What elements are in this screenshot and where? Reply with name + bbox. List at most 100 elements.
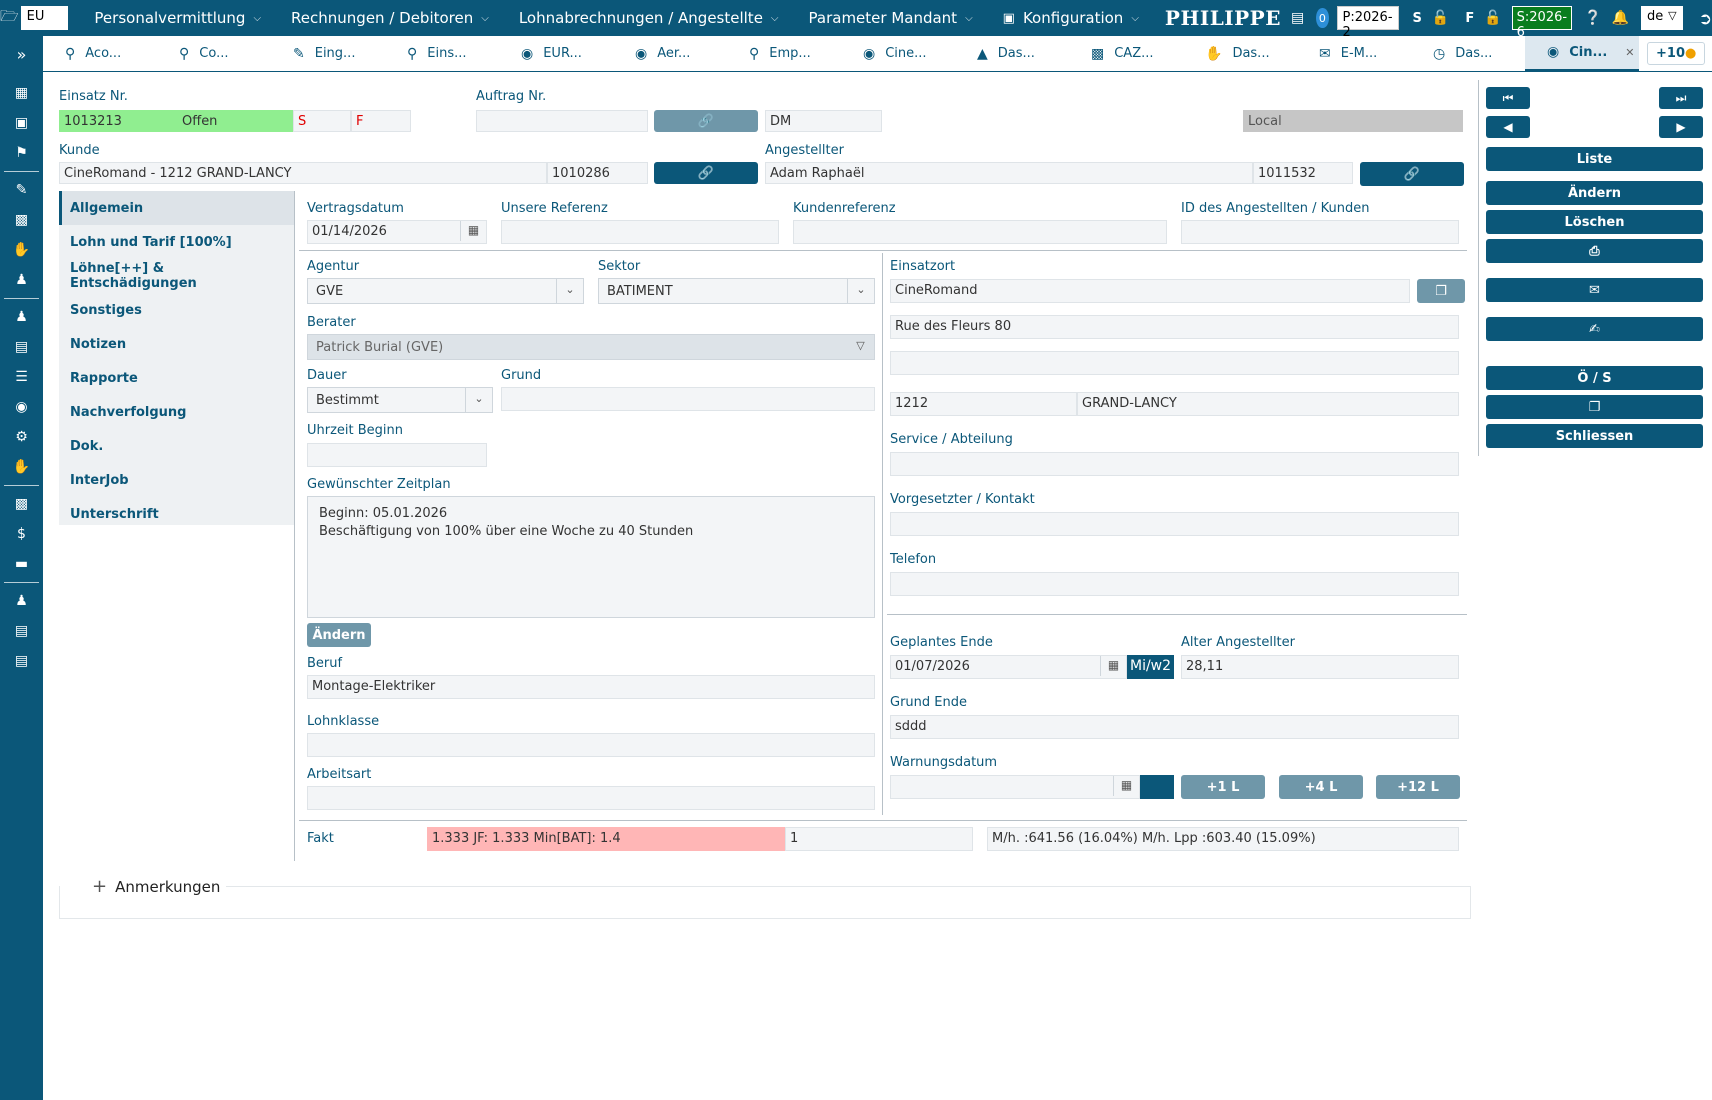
file-invoice-icon[interactable]: ▤ [0, 616, 43, 646]
dm-field[interactable]: DM [765, 110, 882, 132]
service-field[interactable] [890, 452, 1459, 476]
calendar-grid-icon[interactable]: ▦ [0, 78, 43, 108]
first-record-button[interactable]: ⏮ [1486, 87, 1530, 109]
user-settings-icon[interactable]: ⚙ [0, 422, 43, 452]
calendar-icon[interactable]: ▦ [460, 221, 486, 241]
close-icon[interactable]: ✕ [1625, 46, 1634, 59]
menu-parameter-mandant[interactable]: Parameter Mandant ⌵ [809, 9, 973, 27]
fakt-margin-field[interactable]: M/h. :641.56 (16.04%) M/h. Lpp :603.40 (… [987, 827, 1459, 851]
loeschen-button[interactable]: Löschen [1486, 210, 1703, 234]
signature-button[interactable]: ✍ [1486, 317, 1703, 341]
clipboard-icon[interactable]: ▤ [0, 332, 43, 362]
next-record-button[interactable]: ▶ [1659, 116, 1703, 138]
tab-3[interactable]: ⚲ Eins... [385, 36, 499, 72]
vorgesetzter-field[interactable] [890, 512, 1459, 536]
uhrzeit-field[interactable] [307, 443, 487, 467]
expand-icon[interactable]: » [0, 36, 43, 72]
wallet-icon[interactable]: ▬ [0, 549, 43, 579]
aendern-button[interactable]: Ändern [1486, 181, 1703, 205]
zeitplan-textarea[interactable]: Beginn: 05.01.2026 Beschäftigung von 100… [307, 496, 875, 618]
strasse-field[interactable]: Rue des Fleurs 80 [890, 315, 1459, 339]
kunde-field[interactable]: CineRomand - 1212 GRAND-LANCY [59, 162, 547, 184]
nav-item-8[interactable]: InterJob [59, 463, 295, 497]
auftrag-link-button[interactable]: 🔗 [654, 110, 758, 132]
arbeitsart-field[interactable] [307, 786, 875, 810]
folder-icon[interactable]: 🗁 [0, 6, 19, 31]
nav-item-7[interactable]: Dok. [59, 429, 295, 463]
plus-1-l-button[interactable]: +1 L [1181, 775, 1265, 799]
copy-button[interactable]: ❐ [1486, 395, 1703, 419]
email-button[interactable]: ✉ [1486, 278, 1703, 302]
last-record-button[interactable]: ⏭ [1659, 87, 1703, 109]
user-icon[interactable]: ♟ [0, 302, 43, 332]
liste-button[interactable]: Liste [1486, 147, 1703, 171]
notification-count-badge[interactable]: 0 [1316, 8, 1329, 28]
user-clock-icon[interactable]: ♟ [0, 586, 43, 616]
tab-10[interactable]: ✋ Das... [1183, 36, 1297, 72]
id-card-icon[interactable]: ▩ [0, 205, 43, 235]
warnungsdatum-field[interactable]: ▦ [890, 775, 1140, 799]
dollar-icon[interactable]: $ [0, 519, 43, 549]
local-field[interactable]: Local [1243, 110, 1463, 132]
flag-icon[interactable]: ⚑ [0, 138, 43, 168]
print-button[interactable]: ⎙ [1486, 239, 1703, 263]
fakt-value-field[interactable]: 1.333 JF: 1.333 Min[BAT]: 1.4 [427, 827, 785, 851]
vehicle-icon[interactable]: ▤ [1291, 10, 1304, 26]
fakt-qty-field[interactable]: 1 [785, 827, 973, 851]
kunde-number-field[interactable]: 1010286 [547, 162, 648, 184]
previous-record-button[interactable]: ◀ [1486, 116, 1530, 138]
kundenreferenz-field[interactable] [793, 220, 1167, 244]
dauer-select[interactable]: Bestimmt ⌄ [307, 387, 493, 413]
flag-s-field[interactable]: S [293, 110, 351, 132]
tab-2[interactable]: ✎ Eing... [271, 36, 385, 72]
kunde-link-button[interactable]: 🔗 [654, 162, 758, 184]
tab-5[interactable]: ◉ Aer... [613, 36, 727, 72]
zeitplan-aendern-button[interactable]: Ändern [307, 623, 371, 647]
einsatz-number-field[interactable]: 1013213 [59, 110, 177, 132]
angestellter-link-button[interactable]: 🔗 [1360, 162, 1464, 186]
anmerkungen-toggle[interactable]: + Anmerkungen [86, 876, 227, 897]
nav-item-4[interactable]: Notizen [59, 327, 295, 361]
bell-icon[interactable]: 🔔 [1612, 10, 1629, 26]
hand-money-icon[interactable]: ✋ [0, 235, 43, 265]
language-select[interactable]: de ▽ [1640, 6, 1683, 30]
plus-12-l-button[interactable]: +12 L [1376, 775, 1460, 799]
logout-icon[interactable]: ➲ [1699, 9, 1712, 28]
tab-9[interactable]: ▩ CAZ... [1069, 36, 1183, 72]
sektor-select[interactable]: BATIMENT ⌄ [598, 278, 875, 304]
plus-4-l-button[interactable]: +4 L [1279, 775, 1363, 799]
calendar-icon[interactable]: ▦ [1100, 656, 1126, 676]
id-card-icon[interactable]: ▩ [0, 489, 43, 519]
vertragsdatum-field[interactable]: 01/14/2026 ▦ [307, 220, 487, 244]
menu-personalvermittlung[interactable]: Personalvermittlung ⌵ [94, 9, 261, 27]
plz-field[interactable]: 1212 [890, 392, 1077, 416]
copy-address-button[interactable]: ❐ [1417, 279, 1465, 303]
period-s-field[interactable]: S:2026-6 [1511, 6, 1573, 40]
ort-field[interactable]: GRAND-LANCY [1077, 392, 1459, 416]
more-tabs-button[interactable]: +10● [1647, 42, 1706, 65]
nav-item-5[interactable]: Rapporte [59, 361, 295, 395]
nav-item-1[interactable]: Lohn und Tarif [100%] [59, 225, 295, 259]
mandant-input[interactable]: EU [20, 6, 69, 30]
angestellter-number-field[interactable]: 1011532 [1253, 162, 1353, 184]
auftrag-number-field[interactable] [476, 110, 648, 132]
hand-box-icon[interactable]: ✋ [0, 452, 43, 482]
cash-register-icon[interactable]: ▤ [0, 646, 43, 676]
einsatzort-field[interactable]: CineRomand [890, 279, 1410, 303]
sliders-icon[interactable]: ☰ [0, 362, 43, 392]
unlock-icon[interactable]: 🔓 [1484, 10, 1501, 26]
adresszusatz-field[interactable] [890, 351, 1459, 375]
nav-item-2[interactable]: Löhne[++] & Entschädigungen [59, 259, 295, 293]
alter-field[interactable]: 28,11 [1181, 655, 1459, 679]
tab-12[interactable]: ◷ Das... [1411, 36, 1525, 72]
menu-lohnabrechnungen[interactable]: Lohnabrechnungen / Angestellte ⌵ [519, 9, 779, 27]
grund-field[interactable] [501, 387, 875, 411]
lohnklasse-field[interactable] [307, 733, 875, 757]
binoculars-icon[interactable]: ◉ [0, 392, 43, 422]
users-icon[interactable]: ♟ [0, 265, 43, 295]
geplantes-ende-field[interactable]: 01/07/2026 ▦ [890, 655, 1127, 679]
nav-item-3[interactable]: Sonstiges [59, 293, 295, 327]
tab-8[interactable]: ▲ Das... [955, 36, 1069, 72]
calendar-icon[interactable]: ▣ [0, 108, 43, 138]
schliessen-button[interactable]: Schliessen [1486, 424, 1703, 448]
